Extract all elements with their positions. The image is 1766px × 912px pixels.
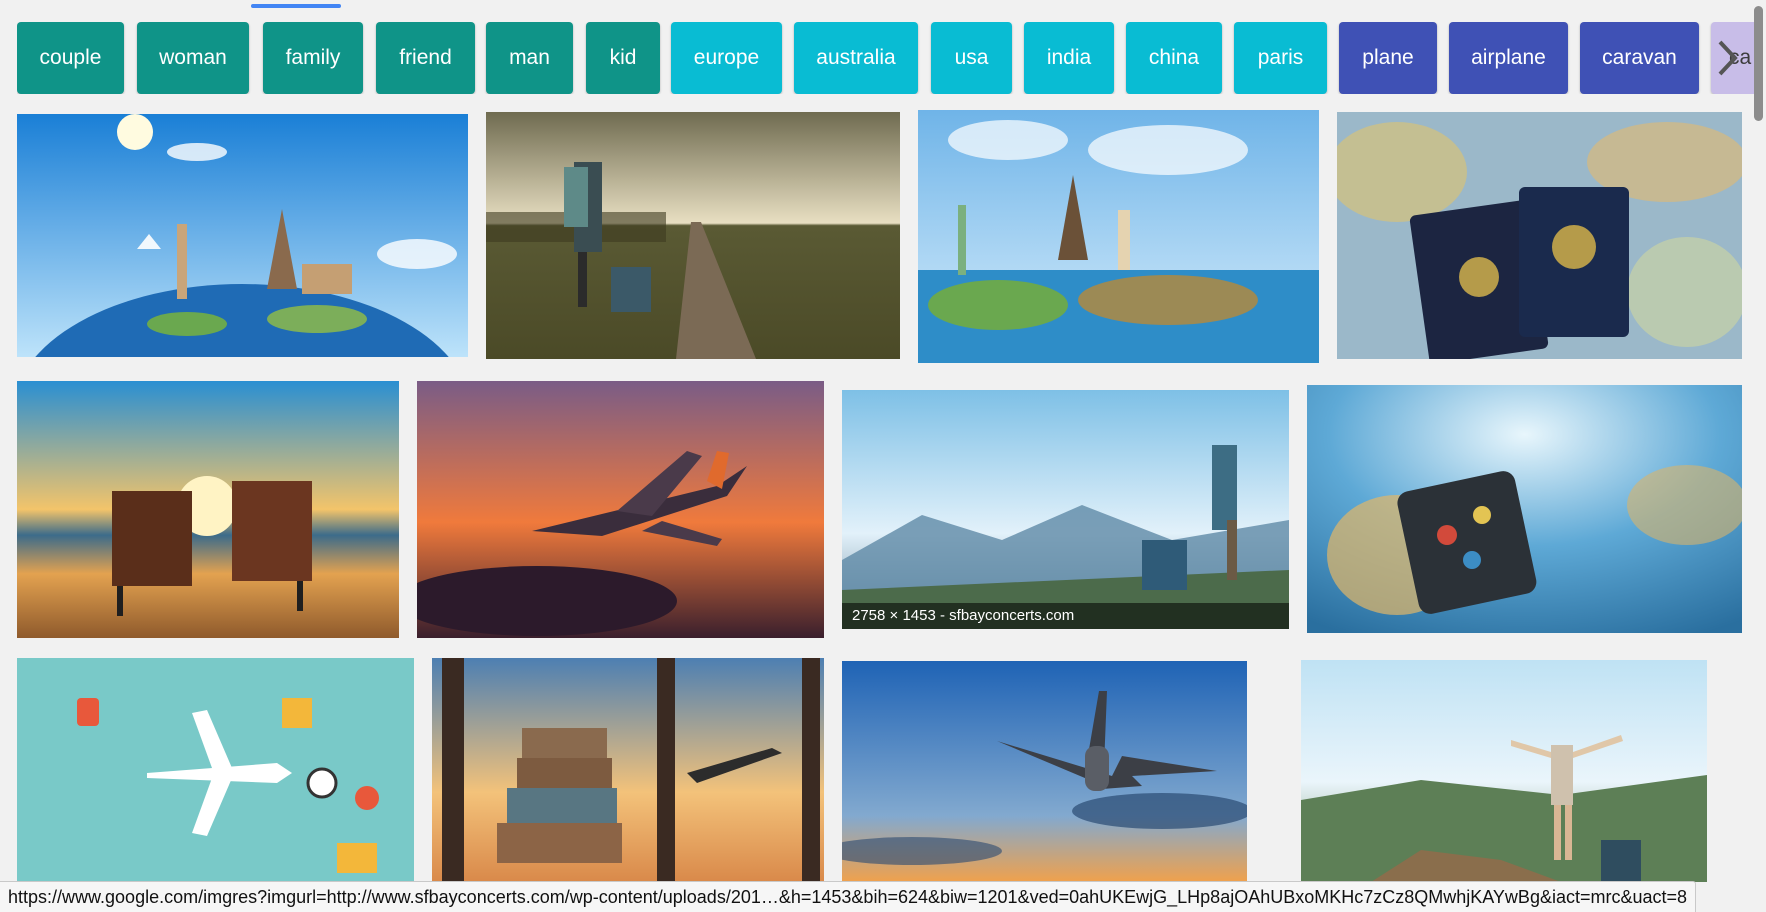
chip-woman[interactable]: woman [137,22,249,94]
image-passports-on-map[interactable] [1337,112,1742,359]
image-hikers-dirt-road[interactable] [486,112,900,359]
image-travel-icons-flat[interactable] [17,658,414,882]
chip-india[interactable]: india [1024,22,1114,94]
image-hikers-mountain-view[interactable]: 2758 × 1453 - sfbayconcerts.com [842,390,1289,629]
chip-couple[interactable]: couple [17,22,124,94]
chip-kid[interactable]: kid [586,22,660,94]
chip-paris[interactable]: paris [1234,22,1327,94]
image-landmarks-world-map[interactable] [918,110,1319,363]
chip-friend[interactable]: friend [376,22,475,94]
chip-china[interactable]: china [1126,22,1222,94]
chip-europe[interactable]: europe [671,22,782,94]
image-beach-chairs-sunset[interactable] [17,381,399,638]
chip-plane[interactable]: plane [1339,22,1437,94]
image-suitcase-on-globe[interactable] [1307,385,1742,633]
chip-caravan[interactable]: caravan [1580,22,1699,94]
chip-usa[interactable]: usa [931,22,1012,94]
chip-man[interactable]: man [486,22,573,94]
chip-airplane[interactable]: airplane [1449,22,1568,94]
image-airplane-orange-sunset[interactable] [417,381,824,638]
active-tab-indicator [251,4,341,8]
page-scrollbar[interactable] [1754,6,1763,121]
image-caption: 2758 × 1453 - sfbayconcerts.com [842,603,1289,629]
image-luggage-window-plane[interactable] [432,658,824,882]
link-status-bar: https://www.google.com/imgres?imgurl=htt… [0,881,1697,912]
chip-family[interactable]: family [263,22,363,94]
related-search-chips: couple woman family friend man kid europ… [17,22,1757,94]
image-woman-arms-raised-mountain[interactable] [1301,660,1707,882]
image-airplane-blue-sky[interactable] [842,661,1247,882]
chevron-right-icon [1718,40,1738,76]
chips-next-button[interactable] [1710,22,1744,94]
chip-australia[interactable]: australia [794,22,918,94]
image-world-landmarks-globe[interactable] [17,114,468,357]
